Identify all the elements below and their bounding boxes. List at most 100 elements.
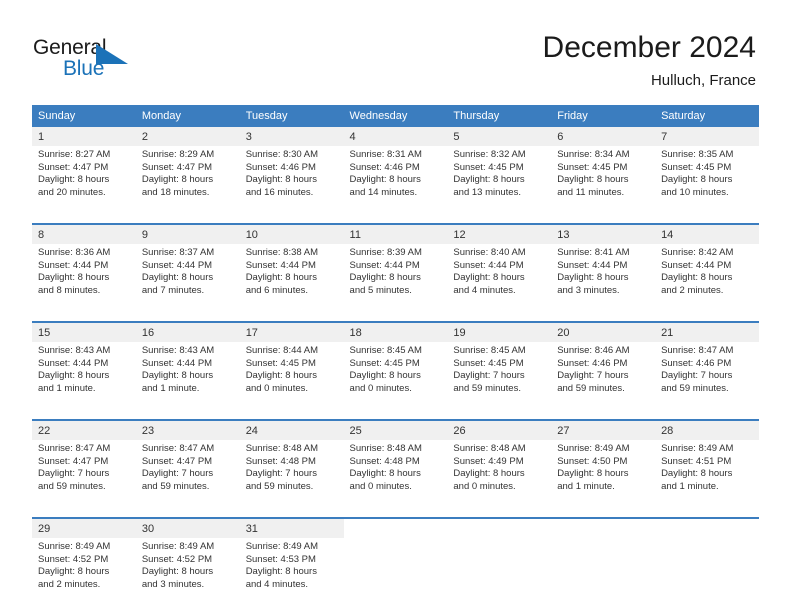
day-number[interactable]: 8 [32,223,136,244]
day-cell[interactable]: Sunrise: 8:47 AM Sunset: 4:47 PM Dayligh… [135,440,240,518]
sunset-text: Sunset: 4:46 PM [245,161,316,173]
day-number[interactable]: 5 [447,127,552,146]
day-number[interactable]: 6 [551,127,656,146]
day-number[interactable]: 20 [551,321,656,342]
day-number[interactable]: 23 [135,419,240,440]
day-cell[interactable]: Sunrise: 8:41 AM Sunset: 4:44 PM Dayligh… [551,244,656,322]
week-daynum-row: 29 30 31 [32,517,759,538]
sunset-text: Sunset: 4:46 PM [557,357,628,369]
sunrise-text: Sunrise: 8:42 AM [661,247,734,258]
day-cell[interactable]: Sunrise: 8:48 AM Sunset: 4:48 PM Dayligh… [239,440,344,518]
day-cell[interactable]: Sunrise: 8:43 AM Sunset: 4:44 PM Dayligh… [135,342,240,420]
day-cell[interactable]: Sunrise: 8:49 AM Sunset: 4:53 PM Dayligh… [239,538,344,615]
daylight-text-line1: Daylight: 7 hours [453,370,525,382]
day-cell[interactable]: Sunrise: 8:36 AM Sunset: 4:44 PM Dayligh… [32,244,136,322]
day-cell[interactable]: Sunrise: 8:47 AM Sunset: 4:47 PM Dayligh… [32,440,136,518]
daylight-text-line1: Daylight: 8 hours [245,370,317,382]
day-cell[interactable]: Sunrise: 8:37 AM Sunset: 4:44 PM Dayligh… [135,244,240,322]
sunrise-text: Sunrise: 8:49 AM [38,541,111,552]
calendar-header-row: Sunday Monday Tuesday Wednesday Thursday… [32,105,759,127]
day-cell[interactable]: Sunrise: 8:45 AM Sunset: 4:45 PM Dayligh… [343,342,448,420]
day-cell[interactable]: Sunrise: 8:44 AM Sunset: 4:45 PM Dayligh… [239,342,344,420]
day-cell[interactable]: Sunrise: 8:35 AM Sunset: 4:45 PM Dayligh… [655,146,759,224]
day-cell[interactable]: Sunrise: 8:49 AM Sunset: 4:52 PM Dayligh… [135,538,240,615]
day-cell[interactable]: Sunrise: 8:39 AM Sunset: 4:44 PM Dayligh… [343,244,448,322]
day-cell[interactable]: Sunrise: 8:31 AM Sunset: 4:46 PM Dayligh… [343,146,448,224]
day-cell[interactable]: Sunrise: 8:34 AM Sunset: 4:45 PM Dayligh… [551,146,656,224]
day-cell[interactable]: Sunrise: 8:42 AM Sunset: 4:44 PM Dayligh… [655,244,759,322]
day-number[interactable]: 31 [239,517,344,538]
daylight-text-line1: Daylight: 8 hours [557,272,629,284]
day-cell[interactable]: Sunrise: 8:32 AM Sunset: 4:45 PM Dayligh… [447,146,552,224]
day-cell[interactable]: Sunrise: 8:29 AM Sunset: 4:47 PM Dayligh… [135,146,240,224]
day-number[interactable]: 11 [343,223,448,244]
daylight-text-line2: and 59 minutes. [557,382,625,394]
day-number[interactable]: 25 [343,419,448,440]
day-number[interactable]: 13 [551,223,656,244]
sunset-text: Sunset: 4:48 PM [349,455,420,467]
day-number[interactable]: 2 [135,127,240,146]
day-cell[interactable]: Sunrise: 8:48 AM Sunset: 4:48 PM Dayligh… [343,440,448,518]
day-cell[interactable]: Sunrise: 8:45 AM Sunset: 4:45 PM Dayligh… [447,342,552,420]
day-number[interactable]: 14 [655,223,759,244]
day-cell[interactable]: Sunrise: 8:49 AM Sunset: 4:52 PM Dayligh… [32,538,136,615]
day-cell[interactable]: Sunrise: 8:47 AM Sunset: 4:46 PM Dayligh… [655,342,759,420]
daylight-text-line1: Daylight: 8 hours [661,174,733,186]
day-cell[interactable]: Sunrise: 8:49 AM Sunset: 4:51 PM Dayligh… [655,440,759,518]
day-number[interactable]: 29 [32,517,136,538]
sunset-text: Sunset: 4:44 PM [557,259,628,271]
sunset-text: Sunset: 4:49 PM [453,455,524,467]
day-number[interactable]: 12 [447,223,552,244]
sunrise-text: Sunrise: 8:48 AM [453,443,526,454]
week-info-row: Sunrise: 8:27 AM Sunset: 4:47 PM Dayligh… [32,146,759,224]
sunset-text: Sunset: 4:44 PM [38,259,109,271]
sunset-text: Sunset: 4:48 PM [245,455,316,467]
daylight-text-line2: and 8 minutes. [38,284,101,296]
day-number[interactable]: 28 [655,419,759,440]
daylight-text-line1: Daylight: 8 hours [453,468,525,480]
day-number[interactable]: 27 [551,419,656,440]
day-number[interactable]: 1 [32,127,136,146]
day-cell[interactable]: Sunrise: 8:43 AM Sunset: 4:44 PM Dayligh… [32,342,136,420]
sunrise-text: Sunrise: 8:47 AM [38,443,111,454]
weekday-header-monday: Monday [135,105,240,127]
title-block: December 2024 Hulluch, France [543,30,756,91]
daylight-text-line2: and 4 minutes. [453,284,516,296]
day-number[interactable]: 16 [135,321,240,342]
day-number[interactable]: 21 [655,321,759,342]
sunrise-text: Sunrise: 8:44 AM [245,345,319,356]
day-number[interactable]: 26 [447,419,552,440]
daylight-text-line1: Daylight: 8 hours [141,272,214,284]
daylight-text-line2: and 59 minutes. [453,382,521,394]
sunset-text: Sunset: 4:46 PM [661,357,732,369]
day-number[interactable]: 10 [239,223,344,244]
day-number[interactable]: 3 [239,127,344,146]
daylight-text-line1: Daylight: 8 hours [661,468,733,480]
day-number[interactable]: 19 [447,321,552,342]
sunrise-text: Sunrise: 8:48 AM [349,443,422,454]
day-number[interactable]: 30 [135,517,240,538]
sunset-text: Sunset: 4:52 PM [141,553,213,565]
day-cell[interactable]: Sunrise: 8:49 AM Sunset: 4:50 PM Dayligh… [551,440,656,518]
daylight-text-line1: Daylight: 7 hours [661,370,733,382]
sunset-text: Sunset: 4:45 PM [661,161,732,173]
day-number[interactable]: 17 [239,321,344,342]
day-cell[interactable]: Sunrise: 8:27 AM Sunset: 4:47 PM Dayligh… [32,146,136,224]
daylight-text-line1: Daylight: 8 hours [38,370,110,382]
day-cell[interactable]: Sunrise: 8:30 AM Sunset: 4:46 PM Dayligh… [239,146,344,224]
daylight-text-line2: and 16 minutes. [245,186,314,198]
day-number[interactable]: 4 [343,127,448,146]
day-number[interactable]: 7 [655,127,759,146]
day-cell[interactable]: Sunrise: 8:40 AM Sunset: 4:44 PM Dayligh… [447,244,552,322]
day-cell[interactable]: Sunrise: 8:48 AM Sunset: 4:49 PM Dayligh… [447,440,552,518]
day-cell[interactable]: Sunrise: 8:38 AM Sunset: 4:44 PM Dayligh… [239,244,344,322]
day-number[interactable]: 9 [135,223,240,244]
day-number[interactable]: 22 [32,419,136,440]
day-cell[interactable]: Sunrise: 8:46 AM Sunset: 4:46 PM Dayligh… [551,342,656,420]
day-number[interactable]: 15 [32,321,136,342]
sunrise-text: Sunrise: 8:45 AM [453,345,526,356]
weekday-header-tuesday: Tuesday [239,105,344,127]
day-number[interactable]: 18 [343,321,448,342]
daylight-text-line1: Daylight: 8 hours [557,468,629,480]
day-number[interactable]: 24 [239,419,344,440]
